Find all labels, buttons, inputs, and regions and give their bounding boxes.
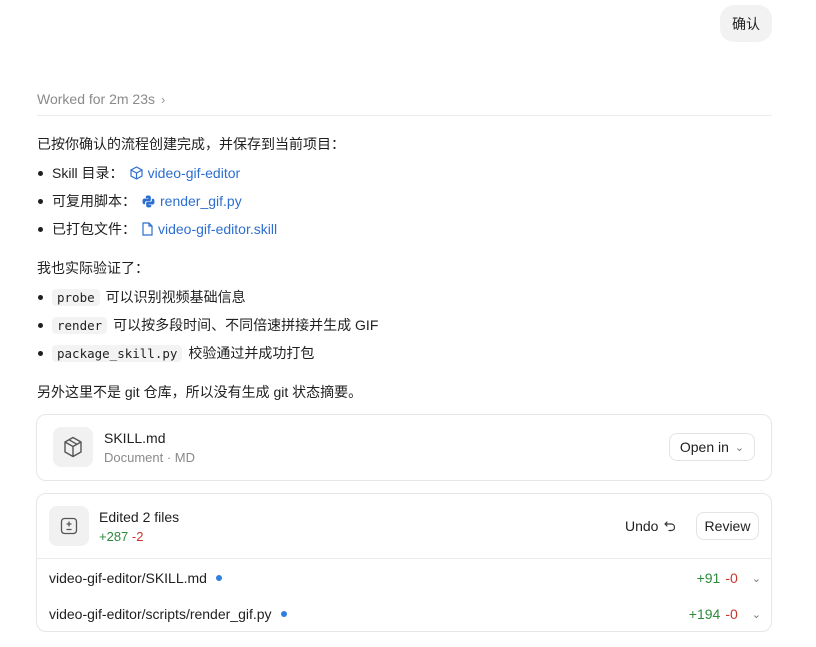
- file-path: video-gif-editor/SKILL.md: [49, 570, 207, 586]
- open-in-button[interactable]: Open in ⌄: [669, 433, 755, 461]
- review-button[interactable]: Review: [696, 512, 759, 540]
- package-file-link-text: video-gif-editor.skill: [158, 221, 278, 237]
- list-item: 已打包文件： video-gif-editor.skill: [37, 219, 277, 239]
- bullet-dot: [38, 226, 43, 232]
- user-message-bubble: 确认: [720, 5, 772, 42]
- bullet-dot: [38, 170, 43, 176]
- diff-icon: [60, 517, 78, 535]
- file-row[interactable]: video-gif-editor/SKILL.md +91 -0 ⌄: [49, 567, 761, 589]
- list-item-text: 校验通过并成功打包: [188, 345, 315, 361]
- package-file-link[interactable]: video-gif-editor.skill: [142, 221, 277, 237]
- python-icon: [142, 195, 155, 207]
- skill-dir-link[interactable]: video-gif-editor: [129, 165, 241, 181]
- chevron-right-icon: ›: [161, 92, 166, 107]
- undo-icon: [664, 521, 676, 532]
- chevron-down-icon: ⌄: [734, 441, 745, 454]
- inline-code: probe: [52, 288, 100, 306]
- list-item: package_skill.py 校验通过并成功打包: [37, 343, 314, 363]
- bullet-dot: [38, 294, 43, 300]
- diff-icon-box: [49, 506, 89, 546]
- script-link[interactable]: render_gif.py: [142, 193, 242, 209]
- list-item-text: 可以按多段时间、不同倍速拼接并生成 GIF: [113, 317, 379, 333]
- chevron-down-icon[interactable]: ⌄: [752, 608, 761, 621]
- file-stats: +91 -0 ⌄: [697, 570, 761, 586]
- package-icon: [129, 166, 143, 180]
- skill-dir-link-text: video-gif-editor: [147, 165, 241, 181]
- undo-button[interactable]: Undo: [625, 512, 676, 540]
- file-removed: -0: [725, 606, 738, 622]
- divider: [37, 558, 771, 559]
- file-row[interactable]: video-gif-editor/scripts/render_gif.py +…: [49, 603, 761, 625]
- worked-for-label: Worked for 2m 23s: [37, 91, 156, 107]
- file-added: +91: [696, 570, 721, 586]
- bullet-dot: [38, 322, 43, 328]
- unsaved-dot: [215, 575, 222, 581]
- bullet-dot: [38, 198, 43, 204]
- cube-icon: [64, 436, 82, 458]
- bullet-dot: [38, 350, 43, 356]
- list-item: 可复用脚本： render_gif.py: [37, 191, 242, 211]
- added-count: +287: [99, 529, 129, 544]
- script-link-text: render_gif.py: [160, 193, 242, 209]
- document-subtitle: Document · MD: [104, 450, 196, 465]
- verified-intro: 我也实际验证了：: [37, 260, 149, 276]
- file-removed: -0: [725, 570, 738, 586]
- open-in-label: Open in: [679, 439, 729, 455]
- inline-code: package_skill.py: [52, 344, 183, 362]
- document-title: SKILL.md: [104, 430, 166, 446]
- unsaved-dot: [280, 611, 287, 617]
- git-note: 另外这里不是 git 仓库，所以没有生成 git 状态摘要。: [37, 384, 363, 400]
- summary-intro: 已按你确认的流程创建完成，并保存到当前项目：: [37, 136, 345, 152]
- undo-label: Undo: [625, 518, 659, 534]
- file-stats: +194 -0 ⌄: [689, 606, 761, 622]
- list-item-label: Skill 目录：: [52, 165, 124, 181]
- list-item: Skill 目录： video-gif-editor: [37, 163, 240, 183]
- worked-for-toggle[interactable]: Worked for 2m 23s ›: [37, 91, 772, 116]
- document-card[interactable]: SKILL.md Document · MD Open in ⌄: [36, 414, 772, 481]
- edits-stats: +287 -2: [99, 529, 143, 544]
- removed-count: -2: [131, 529, 144, 544]
- list-item-label: 可复用脚本：: [52, 193, 136, 209]
- edits-title: Edited 2 files: [99, 509, 180, 525]
- inline-code: render: [52, 316, 108, 334]
- list-item-label: 已打包文件：: [52, 221, 136, 237]
- chevron-down-icon[interactable]: ⌄: [752, 572, 761, 585]
- list-item: render 可以按多段时间、不同倍速拼接并生成 GIF: [37, 315, 378, 335]
- edits-card: Edited 2 files +287 -2 Undo Review video…: [36, 493, 772, 632]
- file-path: video-gif-editor/scripts/render_gif.py: [49, 606, 272, 622]
- list-item-text: 可以识别视频基础信息: [105, 289, 246, 305]
- file-icon: [142, 222, 153, 236]
- file-added: +194: [688, 606, 721, 622]
- document-icon-box: [53, 427, 93, 467]
- list-item: probe 可以识别视频基础信息: [37, 287, 246, 307]
